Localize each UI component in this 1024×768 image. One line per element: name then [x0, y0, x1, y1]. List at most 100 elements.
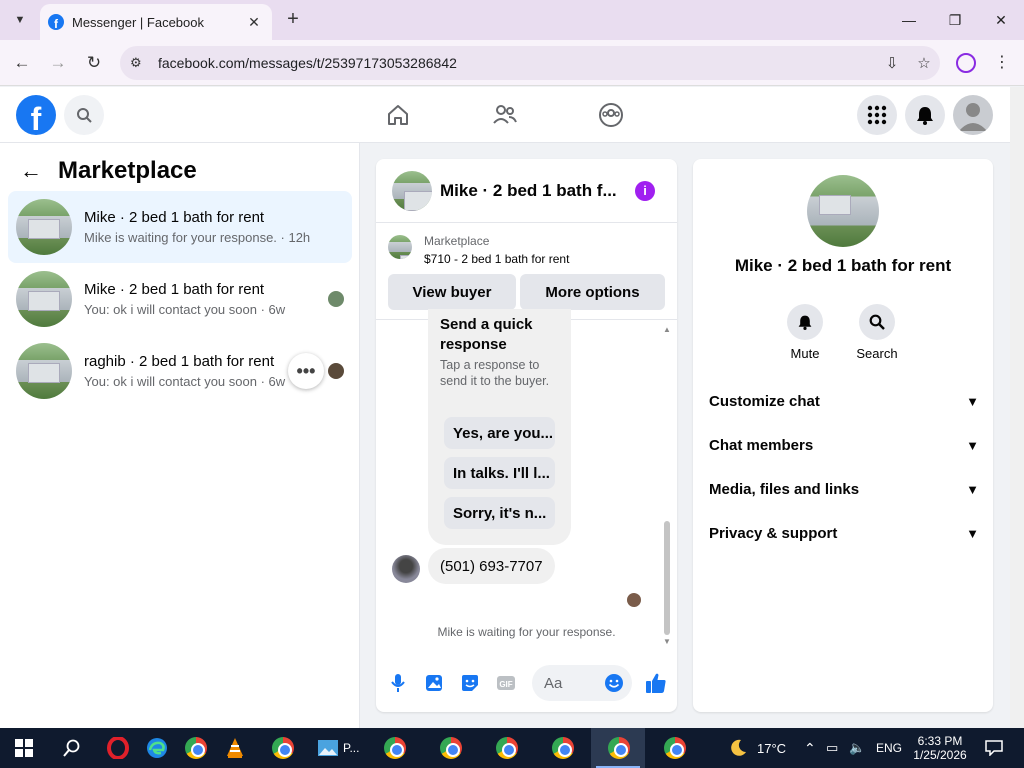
chrome-profile-icon[interactable] — [661, 734, 689, 762]
chat-details-panel: Mike · 2 bed 1 bath for rent Mute Search… — [693, 159, 993, 712]
search-button[interactable]: Search — [847, 304, 907, 361]
windows-start-icon[interactable] — [10, 734, 38, 762]
view-buyer-button[interactable]: View buyer — [388, 274, 516, 310]
scroll-down-icon[interactable]: ▼ — [662, 637, 672, 646]
show-hidden-icons-icon[interactable]: ⌃ — [804, 728, 816, 768]
menu-grid-icon[interactable] — [857, 95, 897, 135]
more-options-button[interactable]: More options — [520, 274, 665, 310]
microphone-icon[interactable] — [388, 673, 408, 693]
quick-reply-button[interactable]: Sorry, it's n... — [444, 497, 555, 529]
section-label: Media, files and links — [709, 480, 860, 498]
chrome-profile-icon[interactable] — [437, 734, 465, 762]
privacy-support-row[interactable]: Privacy & support ▼ — [709, 518, 979, 548]
photo-icon[interactable] — [424, 673, 444, 693]
volume-icon[interactable]: 🔈 — [849, 728, 865, 768]
panel-header: ← Marketplace — [20, 157, 197, 185]
url-text[interactable]: facebook.com/messages/t/2539717305328684… — [158, 55, 876, 71]
site-settings-icon[interactable]: ⚙ — [130, 55, 150, 71]
quick-reply-button[interactable]: In talks. I'll l... — [444, 457, 555, 489]
close-window-icon[interactable]: ✕ — [978, 0, 1024, 40]
taskbar-search-icon[interactable] — [58, 734, 86, 762]
browser-profile-icon[interactable] — [956, 53, 976, 73]
reload-icon[interactable]: ↻ — [81, 50, 107, 76]
quick-reply-button[interactable]: Yes, are you... — [444, 417, 555, 449]
thumbs-up-icon[interactable] — [644, 671, 668, 695]
tab-close-icon[interactable]: ✕ — [244, 14, 264, 31]
chrome-icon[interactable] — [182, 734, 210, 762]
chrome-profile-icon[interactable] — [605, 734, 633, 762]
vlc-icon[interactable] — [221, 734, 249, 762]
weather-moon-icon[interactable] — [724, 734, 752, 762]
conversation-more-options-icon[interactable]: ••• — [288, 353, 324, 389]
forward-icon[interactable]: → — [45, 50, 71, 76]
install-app-icon[interactable]: ⇩ — [876, 54, 908, 72]
customize-chat-row[interactable]: Customize chat ▼ — [709, 386, 979, 416]
marketplace-label: Marketplace — [424, 234, 490, 248]
conversation-name: Mike · 2 bed 1 bath for rent — [84, 281, 265, 298]
address-bar[interactable]: ⚙ facebook.com/messages/t/25397173053286… — [120, 46, 940, 80]
language-indicator[interactable]: ENG — [876, 728, 902, 768]
mute-button[interactable]: Mute — [775, 304, 835, 361]
conversation-item[interactable]: Mike · 2 bed 1 bath for rent Mike is wai… — [8, 191, 352, 263]
gif-icon[interactable]: GIF — [496, 673, 516, 693]
listing-thumbnail — [388, 235, 412, 259]
bookmark-star-icon[interactable]: ☆ — [908, 54, 940, 72]
tab-search-chevron-icon[interactable]: ▼ — [8, 8, 32, 32]
friends-icon[interactable] — [488, 99, 522, 131]
chrome-profile-icon[interactable] — [493, 734, 521, 762]
bell-icon — [787, 304, 823, 340]
seen-avatar — [627, 593, 641, 607]
chat-scrollbar[interactable] — [664, 521, 670, 635]
back-icon[interactable]: ← — [9, 50, 35, 76]
back-arrow-icon[interactable]: ← — [20, 158, 44, 184]
minimize-icon[interactable]: — — [886, 0, 932, 40]
chat-avatar — [392, 170, 432, 211]
sticker-icon[interactable] — [460, 673, 480, 693]
notification-center-icon[interactable] — [980, 734, 1008, 762]
restore-icon[interactable]: ❐ — [932, 0, 978, 40]
groups-icon[interactable] — [594, 99, 628, 131]
listing-price-title: $710 - 2 bed 1 bath for rent — [424, 252, 570, 266]
chat-header[interactable]: Mike · 2 bed 1 bath f... — [376, 159, 677, 223]
page-scrollbar[interactable] — [1010, 87, 1024, 728]
conversation-snippet: Mike is waiting for your response. · 12h — [84, 230, 311, 245]
facebook-search-icon[interactable] — [64, 95, 104, 135]
search-label: Search — [856, 346, 898, 361]
message-input-placeholder: Aa — [544, 674, 563, 692]
chat-details-title: Mike · 2 bed 1 bath for rent — [734, 256, 952, 275]
emoji-icon[interactable] — [604, 673, 624, 693]
quick-response-subtitle: Tap a response to send it to the buyer. — [440, 358, 550, 388]
photos-app-icon[interactable] — [314, 734, 342, 762]
facebook-header: f — [0, 87, 1024, 143]
notifications-bell-icon[interactable] — [905, 95, 945, 135]
sender-avatar — [392, 555, 420, 583]
tab-title: Messenger | Facebook — [72, 14, 204, 30]
home-icon[interactable] — [381, 99, 415, 131]
opera-icon[interactable] — [104, 734, 132, 762]
chrome-profile-icon[interactable] — [549, 734, 577, 762]
browser-menu-icon[interactable]: ⋮ — [994, 52, 1010, 72]
new-tab-icon[interactable]: + — [282, 8, 304, 30]
conversation-item[interactable]: Mike · 2 bed 1 bath for rent You: ok i w… — [8, 263, 352, 335]
meet-now-icon[interactable]: ▭ — [826, 728, 838, 768]
photos-app-label[interactable]: P... — [343, 728, 359, 768]
scroll-up-icon[interactable]: ▲ — [662, 325, 672, 334]
chrome-profile-icon[interactable] — [381, 734, 409, 762]
media-files-links-row[interactable]: Media, files and links ▼ — [709, 474, 979, 504]
browser-tab[interactable]: f Messenger | Facebook ✕ — [40, 4, 272, 40]
chat-members-row[interactable]: Chat members ▼ — [709, 430, 979, 460]
facebook-favicon-icon: f — [48, 14, 64, 30]
section-label: Privacy & support — [709, 524, 838, 542]
account-avatar[interactable] — [953, 95, 993, 135]
chrome-profile-icon[interactable] — [269, 734, 297, 762]
weather-temp[interactable]: 17°C — [757, 728, 786, 768]
panel-title: Marketplace — [58, 157, 197, 184]
message-bubble[interactable]: (501) 693-7707 — [428, 548, 555, 584]
info-icon[interactable]: i — [635, 181, 655, 201]
facebook-logo-icon[interactable]: f — [16, 95, 56, 135]
listing-profile-image — [807, 175, 879, 247]
marketplace-listing-card: Marketplace $710 - 2 bed 1 bath for rent… — [376, 223, 677, 320]
edge-icon[interactable] — [143, 734, 171, 762]
conversation-list-panel: ← Marketplace Mike · 2 bed 1 bath for re… — [0, 143, 360, 728]
clock[interactable]: 6:33 PM 1/25/2026 — [912, 728, 968, 768]
